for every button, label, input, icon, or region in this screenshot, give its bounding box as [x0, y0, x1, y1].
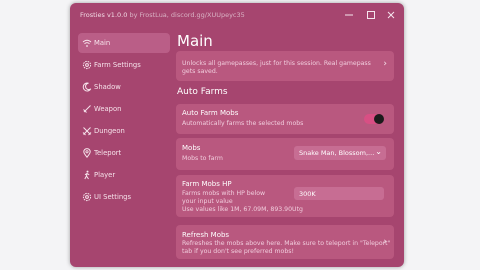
farm-mobs-hp-desc-2: your input value — [182, 198, 233, 205]
auto-farm-mobs-toggle[interactable] — [364, 114, 384, 124]
farm-mobs-hp-desc-1: Farms mobs with HP below — [182, 190, 266, 197]
sidebar-item-shadow[interactable]: Shadow — [78, 77, 170, 97]
window-title: Frosties v1.0.0 by FrostLua, discord.gg/… — [80, 11, 245, 19]
sidebar-item-ui-settings[interactable]: UI Settings — [78, 187, 170, 207]
chevron-right-icon: › — [383, 59, 387, 69]
minimize-icon — [345, 14, 353, 16]
page-title: Main — [177, 32, 213, 50]
settings-icon — [82, 192, 92, 202]
mobs-title: Mobs — [182, 144, 201, 152]
app-name: Frosties v1.0.0 — [80, 11, 128, 19]
toggle-knob — [374, 114, 384, 124]
auto-farm-mobs-desc: Automatically farms the selected mobs — [182, 120, 304, 127]
sidebar-item-label: Main — [94, 39, 111, 47]
sword-icon — [82, 104, 92, 114]
refresh-mobs-title: Refresh Mobs — [182, 231, 230, 239]
sidebar-item-teleport[interactable]: Teleport — [78, 143, 170, 163]
app-window: Frosties v1.0.0 by FrostLua, discord.gg/… — [70, 3, 404, 267]
refresh-mobs-desc-2: tab if you don't see preferred mobs! — [182, 248, 294, 255]
minimize-button[interactable] — [342, 8, 356, 22]
sidebar-item-dungeon[interactable]: Dungeon — [78, 121, 170, 141]
farm-mobs-hp-input[interactable] — [294, 187, 384, 200]
auto-farm-mobs-title: Auto Farm Mobs — [182, 109, 239, 117]
sidebar-item-label: Dungeon — [94, 127, 125, 135]
gear-icon — [82, 60, 92, 70]
section-title: Auto Farms — [177, 87, 228, 97]
mobs-card: Mobs Mobs to farm Snake Man, Blossom,...… — [176, 138, 394, 170]
unlock-gamepasses-desc: Unlocks all gamepasses, just for this se… — [182, 60, 371, 75]
chevron-down-icon: ⌄ — [375, 147, 382, 156]
farm-mobs-hp-title: Farm Mobs HP — [182, 180, 232, 188]
mobs-dropdown[interactable]: Snake Man, Blossom,... ⌄ — [294, 146, 386, 160]
sidebar-item-label: Teleport — [94, 149, 122, 157]
mobs-desc: Mobs to farm — [182, 155, 223, 162]
title-bar[interactable]: Frosties v1.0.0 by FrostLua, discord.gg/… — [70, 3, 404, 27]
refresh-mobs-card[interactable]: Refresh Mobs Refreshes the mobs above he… — [176, 225, 394, 259]
maximize-icon — [367, 11, 375, 19]
sidebar: Main Farm Settings Shadow Weapon Dungeon — [78, 33, 170, 209]
close-icon — [387, 11, 395, 19]
farm-mobs-hp-card: Farm Mobs HP Farms mobs with HP below yo… — [176, 175, 394, 217]
unlock-gamepasses-card[interactable]: Unlocks all gamepasses, just for this se… — [176, 51, 394, 81]
person-icon — [82, 170, 92, 180]
moon-icon — [82, 82, 92, 92]
sidebar-item-weapon[interactable]: Weapon — [78, 99, 170, 119]
sidebar-item-label: UI Settings — [94, 193, 132, 201]
sidebar-item-label: Weapon — [94, 105, 122, 113]
auto-farm-mobs-card: Auto Farm Mobs Automatically farms the s… — [176, 104, 394, 134]
sidebar-item-label: Player — [94, 171, 116, 179]
app-credit: by FrostLua, discord.gg/XUUpeyc35 — [129, 11, 245, 19]
sidebar-item-main[interactable]: Main — [78, 33, 170, 53]
main-content: Main Unlocks all gamepasses, just for th… — [176, 27, 398, 267]
sidebar-item-label: Farm Settings — [94, 61, 141, 69]
crossed-swords-icon — [82, 126, 92, 136]
mobs-dropdown-value: Snake Man, Blossom,... — [299, 149, 375, 157]
farm-mobs-hp-desc-3: Use values like 1M, 67.09M, 893.90Utg — [182, 206, 303, 213]
refresh-mobs-desc-1: Refreshes the mobs above here. Make sure… — [182, 240, 391, 247]
maximize-button[interactable] — [364, 8, 378, 22]
sidebar-item-label: Shadow — [94, 83, 121, 91]
wifi-icon — [82, 38, 92, 48]
chevron-right-icon: › — [383, 237, 387, 247]
map-pin-icon — [82, 148, 92, 158]
sidebar-item-farm-settings[interactable]: Farm Settings — [78, 55, 170, 75]
close-button[interactable] — [384, 8, 398, 22]
sidebar-item-player[interactable]: Player — [78, 165, 170, 185]
